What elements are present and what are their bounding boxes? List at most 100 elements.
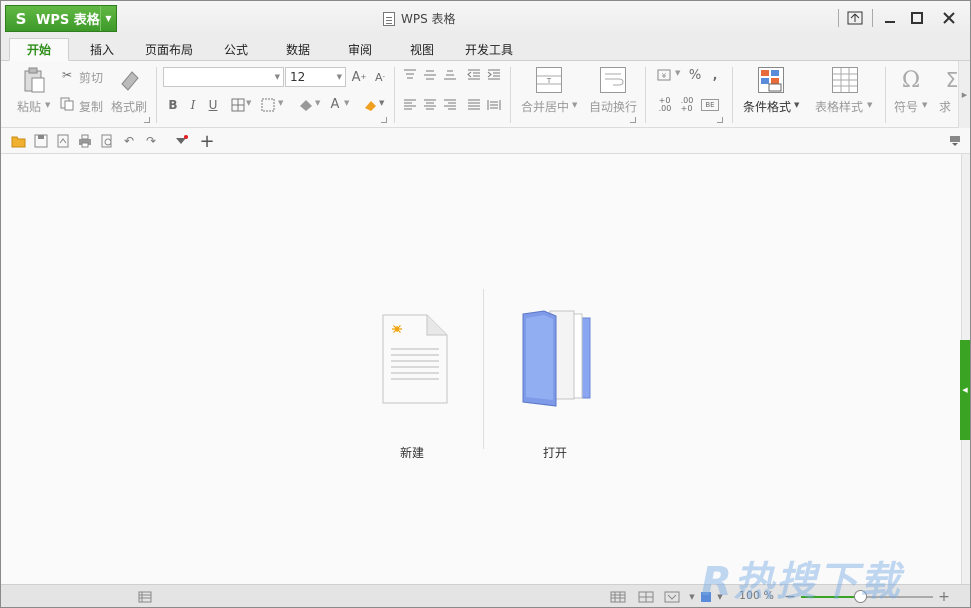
font-color-icon[interactable]: A: [327, 95, 343, 113]
undo-icon[interactable]: ↶: [121, 133, 137, 149]
number-format-dropdown-icon[interactable]: ▼: [675, 69, 680, 77]
font-size-dropdown-icon[interactable]: ▼: [337, 68, 342, 86]
increase-indent-icon[interactable]: [486, 67, 502, 83]
open-folder-large-icon[interactable]: [522, 310, 594, 408]
number-dialog-launcher[interactable]: [717, 117, 723, 123]
clear-format-icon[interactable]: [361, 97, 379, 113]
paste-label[interactable]: 粘贴: [17, 98, 41, 115]
sheet-list-icon[interactable]: [137, 589, 153, 604]
ribbon-scroll-right-icon[interactable]: ▶: [958, 61, 970, 128]
alignment-dialog-launcher[interactable]: [630, 117, 636, 123]
page-break-view-icon[interactable]: [637, 589, 655, 604]
table-style-button[interactable]: 表格样式: [815, 98, 863, 115]
open-folder-icon[interactable]: [11, 133, 27, 149]
collapse-ribbon-icon[interactable]: [947, 133, 963, 149]
app-menu-dropdown-icon[interactable]: ▼: [100, 6, 116, 31]
font-dialog-launcher[interactable]: [381, 117, 387, 123]
align-right-icon[interactable]: [442, 97, 458, 113]
font-name-dropdown-icon[interactable]: ▼: [275, 68, 280, 86]
fill-color-icon[interactable]: [297, 97, 315, 113]
align-top-icon[interactable]: [402, 67, 418, 83]
normal-view-icon[interactable]: [609, 589, 627, 604]
fill-dropdown-icon[interactable]: ▼: [315, 99, 320, 107]
decrease-indent-icon[interactable]: [466, 67, 482, 83]
new-button[interactable]: 新建: [400, 444, 424, 461]
merge-center-button[interactable]: 合并居中: [521, 98, 569, 115]
close-button[interactable]: [936, 8, 962, 28]
clipboard-dialog-launcher[interactable]: [144, 117, 150, 123]
minimize-button[interactable]: [877, 8, 903, 28]
font-name-combo[interactable]: ▼: [163, 67, 284, 87]
paste-dropdown-icon[interactable]: ▼: [45, 101, 50, 109]
wrap-text-button[interactable]: 自动换行: [589, 98, 637, 115]
tab-developer[interactable]: 开发工具: [457, 38, 521, 61]
increase-decimal-icon[interactable]: +0.00: [656, 96, 674, 114]
copy-button[interactable]: 复制: [79, 98, 103, 115]
window-title: WPS 表格: [383, 10, 456, 27]
underline-icon[interactable]: U: [205, 97, 221, 113]
number-format-icon[interactable]: ¥: [656, 67, 674, 83]
cell-pattern-icon[interactable]: [259, 97, 277, 113]
zoom-in-button[interactable]: +: [937, 589, 951, 605]
percent-icon[interactable]: %: [687, 67, 703, 83]
merge-center-icon[interactable]: T: [536, 67, 562, 93]
print-icon[interactable]: [77, 133, 93, 149]
align-center-icon[interactable]: [422, 97, 438, 113]
maximize-button[interactable]: [904, 8, 930, 28]
paste-button[interactable]: [21, 67, 47, 93]
symbol-dropdown-icon[interactable]: ▼: [922, 101, 927, 109]
tab-review[interactable]: 审阅: [335, 38, 385, 61]
wrap-text-icon[interactable]: [600, 67, 626, 93]
cut-button[interactable]: 剪切: [79, 69, 103, 86]
distributed-align-icon[interactable]: [486, 97, 502, 113]
table-style-dropdown-icon[interactable]: ▼: [867, 101, 872, 109]
save-icon[interactable]: [33, 133, 49, 149]
justify-icon[interactable]: [466, 97, 482, 113]
print-preview-icon[interactable]: [99, 133, 115, 149]
symbol-button[interactable]: 符号: [894, 98, 918, 115]
table-style-icon[interactable]: [832, 67, 858, 93]
align-left-icon[interactable]: [402, 97, 418, 113]
ribbon-separator: [156, 67, 157, 123]
font-color-dropdown-icon[interactable]: ▼: [344, 99, 349, 107]
borders-icon[interactable]: [229, 97, 247, 113]
align-middle-icon[interactable]: [422, 67, 438, 83]
cell-format-icon[interactable]: BE: [701, 99, 719, 111]
tab-formulas[interactable]: 公式: [211, 38, 261, 61]
new-document-icon[interactable]: [381, 313, 449, 405]
task-pane-toggle[interactable]: ◀: [960, 340, 970, 440]
borders-dropdown-icon[interactable]: ▼: [246, 99, 251, 107]
tab-home[interactable]: 开始: [9, 38, 69, 61]
tab-data[interactable]: 数据: [273, 38, 323, 61]
decrease-decimal-icon[interactable]: .00 +0: [678, 96, 696, 114]
tab-page-layout[interactable]: 页面布局: [137, 38, 201, 61]
conditional-format-dropdown-icon[interactable]: ▼: [794, 101, 799, 109]
sum-button[interactable]: 求: [939, 98, 951, 115]
align-bottom-icon[interactable]: [442, 67, 458, 83]
share-button[interactable]: [842, 8, 868, 28]
merge-dropdown-icon[interactable]: ▼: [572, 101, 577, 109]
tab-insert[interactable]: 插入: [75, 38, 129, 61]
redo-icon[interactable]: ↷: [143, 133, 159, 149]
conditional-format-button[interactable]: 条件格式: [743, 98, 791, 115]
italic-icon[interactable]: I: [185, 97, 201, 113]
omega-symbol-icon[interactable]: Ω: [898, 67, 924, 93]
clear-dropdown-icon[interactable]: ▼: [379, 99, 384, 107]
conditional-format-icon[interactable]: [758, 67, 784, 93]
open-button[interactable]: 打开: [543, 444, 567, 461]
tab-view[interactable]: 视图: [397, 38, 447, 61]
add-icon[interactable]: +: [199, 131, 215, 152]
customize-qat-icon[interactable]: [173, 133, 189, 149]
format-painter-button[interactable]: 格式刷: [111, 98, 147, 115]
thousands-separator-icon[interactable]: ,: [708, 67, 722, 83]
reading-mode-dropdown-icon[interactable]: ▼: [685, 589, 699, 604]
pattern-dropdown-icon[interactable]: ▼: [278, 99, 283, 107]
font-size-combo[interactable]: 12 ▼: [285, 67, 346, 87]
increase-font-icon[interactable]: A +: [350, 69, 368, 85]
upload-icon: [847, 11, 863, 25]
bold-icon[interactable]: B: [165, 97, 181, 113]
reading-mode-icon[interactable]: [663, 589, 681, 604]
export-pdf-icon[interactable]: [55, 133, 71, 149]
app-menu-button[interactable]: S WPS 表格 ▼: [5, 5, 117, 32]
decrease-font-icon[interactable]: A-: [371, 69, 389, 85]
